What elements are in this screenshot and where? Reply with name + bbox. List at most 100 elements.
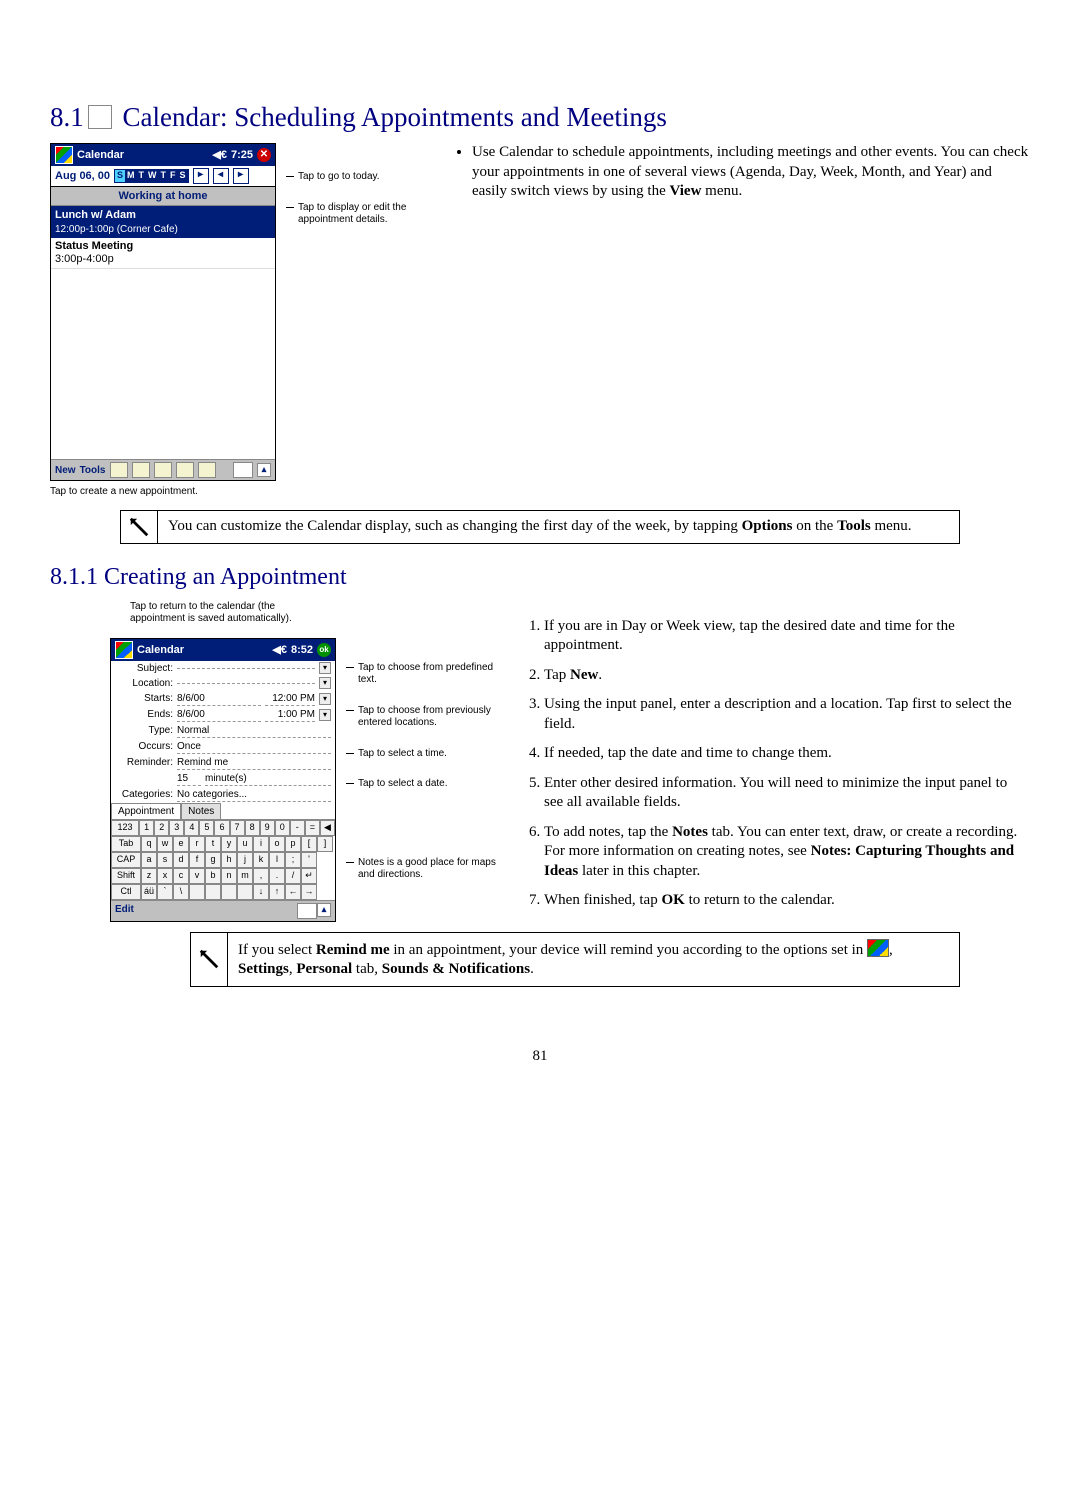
key[interactable]: '	[301, 852, 317, 868]
key[interactable]: k	[253, 852, 269, 868]
key[interactable]: v	[189, 868, 205, 884]
dropdown-icon[interactable]: ▾	[319, 693, 331, 705]
key[interactable]: ↑	[269, 884, 285, 900]
key[interactable]: CAP	[111, 852, 141, 868]
key[interactable]: \	[173, 884, 189, 900]
key[interactable]	[221, 884, 237, 900]
key[interactable]: 5	[199, 820, 214, 836]
field-end-time[interactable]: 1:00 PM	[265, 708, 315, 722]
key[interactable]: 7	[230, 820, 245, 836]
key[interactable]: m	[237, 868, 253, 884]
key[interactable]: q	[141, 836, 157, 852]
key[interactable]: w	[157, 836, 173, 852]
dropdown-icon[interactable]: ▾	[319, 662, 331, 674]
key[interactable]: y	[221, 836, 237, 852]
field-categories[interactable]: No categories...	[177, 788, 331, 802]
key[interactable]: Shift	[111, 868, 141, 884]
view-day-icon[interactable]	[132, 462, 150, 478]
weekday-w[interactable]: W	[146, 170, 159, 182]
sip-up-icon[interactable]: ▴	[257, 463, 271, 477]
key[interactable]: áü	[141, 884, 157, 900]
field-reminder[interactable]: Remind me	[177, 756, 331, 770]
key[interactable]: ↵	[301, 868, 317, 884]
key[interactable]: n	[221, 868, 237, 884]
menu-tools[interactable]: Tools	[80, 464, 106, 477]
key[interactable]: h	[221, 852, 237, 868]
key[interactable]: →	[301, 884, 317, 900]
key[interactable]: s	[157, 852, 173, 868]
key[interactable]: g	[205, 852, 221, 868]
view-agenda-icon[interactable]	[110, 462, 128, 478]
view-week-icon[interactable]	[154, 462, 172, 478]
key[interactable]: p	[285, 836, 301, 852]
key[interactable]: t	[205, 836, 221, 852]
key[interactable]: -	[290, 820, 305, 836]
field-subject[interactable]	[177, 668, 315, 669]
key[interactable]: 0	[275, 820, 290, 836]
weekday-m[interactable]: M	[125, 170, 137, 182]
key[interactable]: i	[253, 836, 269, 852]
view-month-icon[interactable]	[176, 462, 194, 478]
close-icon[interactable]: ✕	[257, 148, 271, 162]
key[interactable]: l	[269, 852, 285, 868]
week-strip[interactable]: S M T W T F S	[114, 169, 189, 183]
key[interactable]: /	[285, 868, 301, 884]
key[interactable]	[205, 884, 221, 900]
key[interactable]: 6	[214, 820, 229, 836]
key[interactable]: Tab	[111, 836, 141, 852]
key[interactable]: r	[189, 836, 205, 852]
key[interactable]: c	[173, 868, 189, 884]
view-year-icon[interactable]	[198, 462, 216, 478]
prev-button[interactable]: ◂	[213, 168, 229, 184]
key[interactable]: d	[173, 852, 189, 868]
field-start-date[interactable]: 8/6/00	[177, 692, 261, 706]
key[interactable]: ;	[285, 852, 301, 868]
today-button[interactable]: ▸	[193, 168, 209, 184]
key[interactable]: ↓	[253, 884, 269, 900]
menu-edit[interactable]: Edit	[115, 903, 134, 919]
key[interactable]: Ctl	[111, 884, 141, 900]
key[interactable]: =	[305, 820, 320, 836]
key[interactable]: [	[301, 836, 317, 852]
field-reminder-unit[interactable]: minute(s)	[205, 772, 331, 786]
keyboard-icon[interactable]	[297, 903, 317, 919]
key[interactable]: 9	[260, 820, 275, 836]
appointment-item[interactable]: Status Meeting 3:00p-4:00p	[51, 238, 275, 269]
key[interactable]: u	[237, 836, 253, 852]
key[interactable]: b	[205, 868, 221, 884]
selected-appointment[interactable]: Lunch w/ Adam 12:00p-1:00p (Corner Cafe)	[51, 206, 275, 237]
key[interactable]: e	[173, 836, 189, 852]
weekday-s[interactable]: S	[115, 170, 125, 182]
key[interactable]: 3	[169, 820, 184, 836]
key[interactable]: ]	[317, 836, 333, 852]
weekday-s2[interactable]: S	[178, 170, 188, 182]
key[interactable]: `	[157, 884, 173, 900]
key[interactable]: j	[237, 852, 253, 868]
key[interactable]: 1	[139, 820, 154, 836]
key[interactable]: .	[269, 868, 285, 884]
sip-up-icon[interactable]: ▴	[317, 903, 331, 917]
field-location[interactable]	[177, 683, 315, 684]
field-type[interactable]: Normal	[177, 724, 331, 738]
key[interactable]	[189, 884, 205, 900]
key[interactable]: 8	[245, 820, 260, 836]
dropdown-icon[interactable]: ▾	[319, 709, 331, 721]
key[interactable]: 4	[184, 820, 199, 836]
key[interactable]: f	[189, 852, 205, 868]
key[interactable]: a	[141, 852, 157, 868]
key[interactable]: ,	[253, 868, 269, 884]
field-start-time[interactable]: 12:00 PM	[265, 692, 315, 706]
key[interactable]: z	[141, 868, 157, 884]
next-button[interactable]: ▸	[233, 168, 249, 184]
key[interactable]: 123	[111, 820, 139, 836]
keyboard-icon[interactable]	[233, 462, 253, 478]
ok-button[interactable]: ok	[317, 643, 331, 657]
dropdown-icon[interactable]: ▾	[319, 677, 331, 689]
key[interactable]: 2	[154, 820, 169, 836]
key[interactable]: o	[269, 836, 285, 852]
weekday-f[interactable]: F	[168, 170, 178, 182]
key[interactable]	[237, 884, 253, 900]
weekday-t2[interactable]: T	[159, 170, 169, 182]
key[interactable]: ◀	[320, 820, 335, 836]
field-reminder-amt[interactable]: 15	[177, 772, 201, 786]
